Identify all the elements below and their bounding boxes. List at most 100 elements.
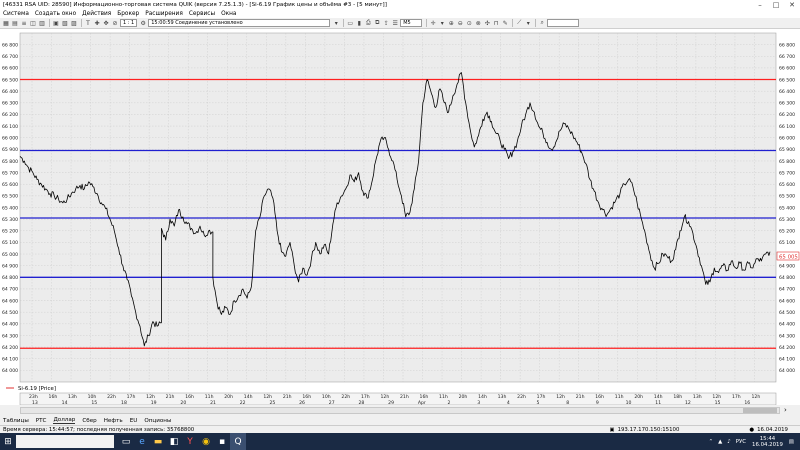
zoom-in-icon[interactable]: ⊕ [447, 19, 455, 27]
yandex-browser-icon[interactable]: Y [182, 433, 198, 450]
y-tick-label: 65 200 [779, 229, 795, 235]
ratio-box[interactable]: 1 : 1 [120, 19, 138, 27]
scrollbar-thumb[interactable] [743, 408, 777, 413]
reset-zoom-icon[interactable]: ⊗ [474, 19, 482, 27]
export-icon[interactable]: ⇪ [382, 19, 390, 27]
search-icon[interactable]: ⌕ [538, 19, 546, 27]
cursor-icon[interactable]: ✚ [93, 19, 101, 27]
y-tick-label: 65 500 [779, 194, 795, 200]
tab-rts[interactable]: РТС [36, 418, 47, 424]
grid-icon[interactable]: ▤ [11, 19, 19, 27]
server-time: Время сервера: 15:44:57; последняя получ… [3, 426, 195, 433]
settings-icon[interactable]: ⚙ [139, 19, 147, 27]
toolbar-search-input[interactable] [547, 19, 580, 27]
portfolio-icon[interactable]: ▧ [61, 19, 69, 27]
menu-broker[interactable]: Брокер [117, 11, 139, 17]
bars-icon[interactable]: ▥ [38, 19, 46, 27]
time-tick-label: 16h [49, 394, 58, 400]
y-tick-label: 66 500 [2, 77, 18, 83]
chevron-down-icon[interactable]: ▾ [332, 19, 340, 27]
taskbar-clock[interactable]: 15:44 16.04.2019 [752, 436, 783, 448]
y-tick-label: 65 400 [2, 205, 18, 211]
language-indicator[interactable]: РУС [736, 439, 746, 445]
magnet-icon[interactable]: ⊓ [492, 19, 500, 27]
tab-eu[interactable]: EU [130, 418, 138, 424]
time-tick-label: 17h [361, 394, 370, 400]
lines-icon[interactable]: ☰ [391, 19, 399, 27]
time-tick-label: 21h [400, 394, 409, 400]
candles-icon[interactable]: ▮ [355, 19, 363, 27]
time-tick-label: 18h [673, 394, 682, 400]
copy-icon[interactable]: ⧉ [373, 19, 381, 27]
table-icon[interactable]: ▦ [2, 19, 10, 27]
stop-icon[interactable]: ⊘ [111, 19, 119, 27]
time-tick-label: 16h [302, 394, 311, 400]
time-tick-label: 16h [595, 394, 604, 400]
chevron-down-icon[interactable]: ▾ [438, 19, 446, 27]
menu-system[interactable]: Система [3, 11, 29, 17]
list-icon[interactable]: ≡ [20, 19, 28, 27]
menu-extensions[interactable]: Расширения [145, 11, 183, 17]
connection-status: 15:00:59 Соединение установлено [148, 19, 331, 27]
hand-icon[interactable]: ✥ [102, 19, 110, 27]
close-button[interactable]: ✕ [784, 0, 800, 10]
tab-options[interactable]: Опционы [144, 418, 171, 424]
trend-line-icon[interactable]: ⟋ [515, 19, 523, 27]
y-tick-label: 66 500 [779, 77, 795, 83]
explorer-icon[interactable]: ▬ [150, 433, 166, 450]
edge-icon[interactable]: e [134, 433, 150, 450]
maximize-button[interactable]: □ [768, 0, 784, 10]
tab-oil[interactable]: Нефть [104, 418, 123, 424]
tab-sber[interactable]: Сбер [82, 418, 96, 424]
zoom-out-icon[interactable]: ⊖ [456, 19, 464, 27]
price-chart[interactable]: 66 800 66 700 66 600 66 500 66 400 66 300 66 2… [0, 29, 800, 406]
chart-window-icon[interactable]: ▭ [346, 19, 354, 27]
status-indicator-icon: ● [749, 426, 755, 433]
taskbar-search-input[interactable] [16, 435, 114, 448]
y-tick-label: 64 100 [2, 357, 18, 363]
toolbar-divider [343, 19, 345, 27]
crosshair-icon[interactable]: ✣ [483, 19, 491, 27]
move-icon[interactable]: ✛ [429, 19, 437, 27]
scroll-right-icon[interactable]: › [784, 406, 787, 414]
print-icon[interactable]: ⎙ [364, 19, 372, 27]
tray-chevron-icon[interactable]: ⌃ [709, 439, 714, 445]
time-tick-label: 21h [166, 394, 175, 400]
order-icon[interactable]: ▣ [52, 19, 60, 27]
status-date: 16.04.2019 [757, 426, 788, 433]
notifications-icon[interactable]: ▤ [789, 439, 794, 445]
store-icon[interactable]: ◧ [166, 433, 182, 450]
menu-actions[interactable]: Действия [82, 11, 111, 17]
quik-icon[interactable]: Q [230, 433, 246, 450]
network-tray-icon[interactable]: ▲ [718, 439, 722, 445]
windows-start-icon[interactable]: ⊞ [0, 433, 16, 450]
chrome-icon[interactable]: ◉ [198, 433, 214, 450]
interval-select[interactable]: M5 [400, 19, 423, 27]
menu-create-window[interactable]: Создать окно [35, 11, 76, 17]
chart-icon[interactable]: ◫ [29, 19, 37, 27]
time-tick-label: 10h [322, 394, 331, 400]
text-tool-icon[interactable]: T [84, 19, 92, 27]
horizontal-scrollbar[interactable] [20, 407, 780, 414]
y-tick-label: 65 000 [2, 252, 18, 258]
chevron-down-icon[interactable]: ▾ [524, 19, 532, 27]
volume-icon[interactable]: ♪ [727, 439, 730, 445]
tab-tables[interactable]: Таблицы [3, 418, 29, 424]
y-tick-label: 66 600 [779, 66, 795, 72]
y-tick-label: 65 100 [2, 240, 18, 246]
time-tick-label: 13h [68, 394, 77, 400]
time-tick-label: 11h [439, 394, 448, 400]
price-chart-window[interactable]: 66 800 66 700 66 600 66 500 66 400 66 300 66 2… [0, 29, 800, 406]
menu-services[interactable]: Сервисы [189, 11, 215, 17]
tab-dollar[interactable]: Доллар [53, 417, 76, 424]
minimize-button[interactable]: – [752, 0, 768, 10]
task-view-icon[interactable]: ▭ [118, 433, 134, 450]
time-tick-label: 12h [751, 394, 760, 400]
report-icon[interactable]: ▨ [70, 19, 78, 27]
app-icon[interactable]: ▪ [214, 433, 230, 450]
menu-windows[interactable]: Окна [221, 11, 236, 17]
y-tick-label: 64 300 [2, 333, 18, 339]
pencil-icon[interactable]: ✎ [501, 19, 509, 27]
y-tick-label: 64 100 [779, 357, 795, 363]
zoom-fit-icon[interactable]: ⊙ [465, 19, 473, 27]
